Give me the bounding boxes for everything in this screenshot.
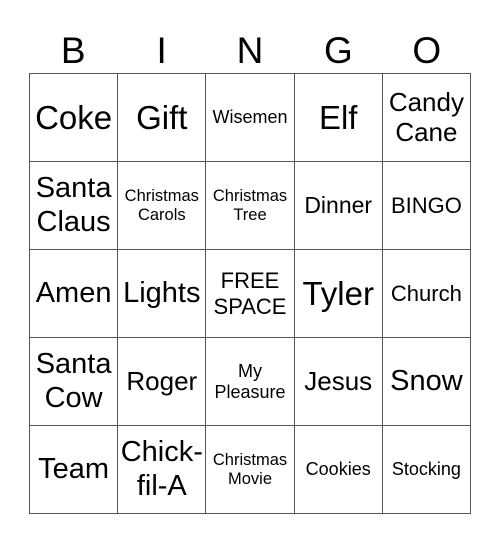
cell-text: Santa Claus: [35, 172, 112, 238]
bingo-cell[interactable]: Elf: [294, 74, 383, 162]
bingo-cell[interactable]: Gift: [118, 74, 207, 162]
bingo-cell[interactable]: Amen: [30, 250, 119, 338]
cell-text: Team: [38, 452, 110, 485]
cell-text: Tyler: [302, 274, 374, 312]
cell-text: Lights: [123, 276, 201, 309]
cell-text: Gift: [136, 98, 188, 136]
cell-text: Wisemen: [212, 107, 288, 128]
free-space-cell[interactable]: FREE SPACE: [206, 250, 295, 338]
cell-text: Candy Cane: [388, 86, 464, 147]
bingo-cell[interactable]: Jesus: [294, 338, 383, 426]
cell-text: Santa Cow: [35, 348, 112, 414]
cell-text: My Pleasure: [214, 360, 286, 402]
bingo-cell[interactable]: Christmas Carols: [118, 162, 207, 250]
bingo-cell[interactable]: Coke: [30, 74, 119, 162]
header-letter-n: N: [236, 30, 264, 71]
bingo-cell[interactable]: Cookies: [294, 426, 383, 514]
header-letter-g: G: [323, 30, 353, 71]
cell-text: Snow: [390, 364, 463, 397]
bingo-cell[interactable]: Christmas Tree: [206, 162, 295, 250]
bingo-cell[interactable]: Santa Cow: [30, 338, 119, 426]
cell-text: Christmas Movie: [212, 450, 288, 488]
cell-text: Stocking: [391, 459, 461, 480]
header-letter-o: O: [412, 30, 442, 71]
cell-text: Church: [390, 280, 462, 306]
cell-text: Christmas Tree: [212, 186, 288, 224]
cell-text: Jesus: [304, 365, 373, 396]
bingo-cell[interactable]: Team: [30, 426, 119, 514]
bingo-cell[interactable]: Snow: [382, 338, 471, 426]
cell-text: BINGO: [390, 192, 462, 218]
bingo-cell[interactable]: My Pleasure: [206, 338, 295, 426]
bingo-cell[interactable]: Church: [382, 250, 471, 338]
cell-text: Cookies: [305, 459, 371, 480]
bingo-cell[interactable]: BINGO: [382, 162, 471, 250]
header-letter-b: B: [60, 30, 86, 71]
bingo-cell[interactable]: Candy Cane: [382, 74, 471, 162]
bingo-cell[interactable]: Chick-fil-A: [118, 426, 207, 514]
cell-text: Roger: [126, 365, 198, 396]
cell-text: Amen: [35, 276, 112, 309]
bingo-grid: Coke Gift Wisemen Elf Candy Cane Santa C…: [29, 73, 471, 514]
cell-text: Dinner: [304, 192, 373, 219]
bingo-cell[interactable]: Lights: [118, 250, 207, 338]
bingo-cell[interactable]: Roger: [118, 338, 207, 426]
bingo-cell[interactable]: Wisemen: [206, 74, 295, 162]
bingo-cell[interactable]: Tyler: [294, 250, 383, 338]
bingo-cell[interactable]: Santa Claus: [30, 162, 119, 250]
cell-text: Chick-fil-A: [120, 436, 203, 502]
bingo-header: B I N G O: [29, 30, 471, 72]
cell-text: Christmas Carols: [124, 186, 199, 224]
bingo-cell[interactable]: Christmas Movie: [206, 426, 295, 514]
cell-text: Coke: [35, 98, 113, 136]
bingo-cell[interactable]: Stocking: [382, 426, 471, 514]
header-letter-i: I: [156, 30, 167, 71]
bingo-cell[interactable]: Dinner: [294, 162, 383, 250]
cell-text: Elf: [318, 98, 358, 136]
cell-text: FREE SPACE: [213, 268, 287, 319]
